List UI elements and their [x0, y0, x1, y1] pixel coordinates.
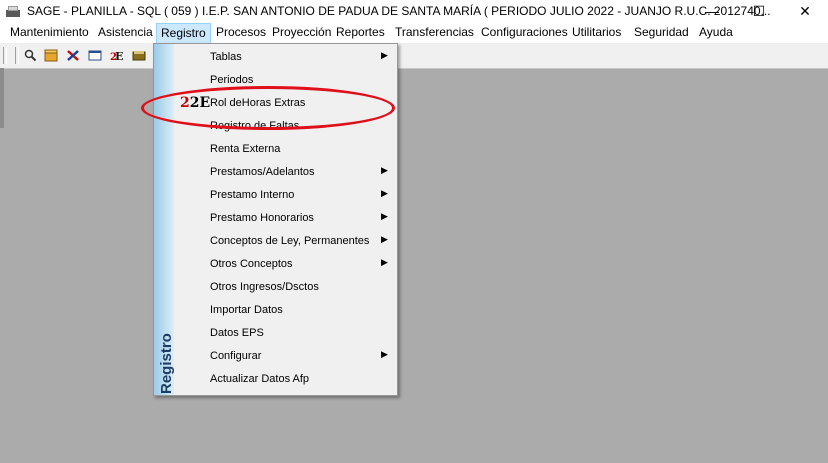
delete-x-icon[interactable]: [66, 49, 80, 62]
menu-item-datos-eps[interactable]: Datos EPS: [174, 322, 397, 345]
menu-item-tablas[interactable]: Tablas ▶: [174, 46, 397, 69]
menu-item-actualizar-afp[interactable]: Actualizar Datos Afp: [174, 368, 397, 391]
menu-item-importar-datos[interactable]: Importar Datos: [174, 299, 397, 322]
title-bar: SAGE - PLANILLA - SQL ( 059 ) I.E.P. SAN…: [0, 0, 828, 22]
menu-seguridad[interactable]: Seguridad: [634, 25, 689, 39]
box-icon[interactable]: [44, 49, 58, 62]
svg-text:E: E: [115, 50, 123, 62]
menu-proyeccion[interactable]: Proyección: [272, 25, 331, 39]
menu-mantenimiento[interactable]: Mantenimiento: [10, 25, 89, 39]
menu-item-prestamo-honorarios[interactable]: Prestamo Honorarios ▶: [174, 207, 397, 230]
menu-transferencias[interactable]: Transferencias: [395, 25, 474, 39]
menu-item-renta-externa[interactable]: Renta Externa: [174, 138, 397, 161]
mdi-left-edge: [0, 68, 4, 128]
menu-utilitarios[interactable]: Utilitarios: [572, 25, 621, 39]
person-search-icon[interactable]: [23, 49, 37, 62]
submenu-arrow-icon: ▶: [381, 257, 388, 267]
toolbar-grip[interactable]: [3, 47, 7, 64]
window-icon[interactable]: [88, 49, 102, 62]
2e-icon[interactable]: 2 E: [110, 49, 124, 62]
menu-side-label: Registro: [158, 333, 175, 394]
menu-item-otros-conceptos[interactable]: Otros Conceptos ▶: [174, 253, 397, 276]
menu-item-prestamo-interno[interactable]: Prestamo Interno ▶: [174, 184, 397, 207]
minimize-button[interactable]: —: [690, 0, 734, 22]
menu-registro[interactable]: Registro: [156, 23, 211, 44]
submenu-arrow-icon: ▶: [381, 188, 388, 198]
menu-item-otros-ingresos[interactable]: Otros Ingresos/Dsctos: [174, 276, 397, 299]
menu-ayuda[interactable]: Ayuda: [699, 25, 733, 39]
app-icon: [6, 6, 20, 17]
menu-item-configurar[interactable]: Configurar ▶: [174, 345, 397, 368]
submenu-arrow-icon: ▶: [381, 349, 388, 359]
menu-item-conceptos-ley[interactable]: Conceptos de Ley, Permanentes ▶: [174, 230, 397, 253]
menu-item-prestamos-adelantos[interactable]: Prestamos/Adelantos ▶: [174, 161, 397, 184]
submenu-arrow-icon: ▶: [381, 234, 388, 244]
maximize-button[interactable]: ☐: [737, 0, 781, 22]
window-title: SAGE - PLANILLA - SQL ( 059 ) I.E.P. SAN…: [27, 4, 771, 18]
close-button[interactable]: ✕: [783, 0, 827, 22]
submenu-arrow-icon: ▶: [381, 211, 388, 221]
toolbar-grip[interactable]: [15, 47, 19, 64]
menu-procesos[interactable]: Procesos: [216, 25, 266, 39]
book-icon[interactable]: [132, 49, 146, 62]
menu-bar: Mantenimiento Asistencia Registro Proces…: [0, 22, 828, 44]
submenu-arrow-icon: ▶: [381, 165, 388, 175]
menu-asistencia[interactable]: Asistencia: [98, 25, 153, 39]
submenu-arrow-icon: ▶: [381, 50, 388, 60]
menu-configuraciones[interactable]: Configuraciones: [481, 25, 568, 39]
menu-reportes[interactable]: Reportes: [336, 25, 385, 39]
annotation-ellipse: [141, 86, 395, 130]
toolbar: 2 E: [0, 43, 828, 69]
